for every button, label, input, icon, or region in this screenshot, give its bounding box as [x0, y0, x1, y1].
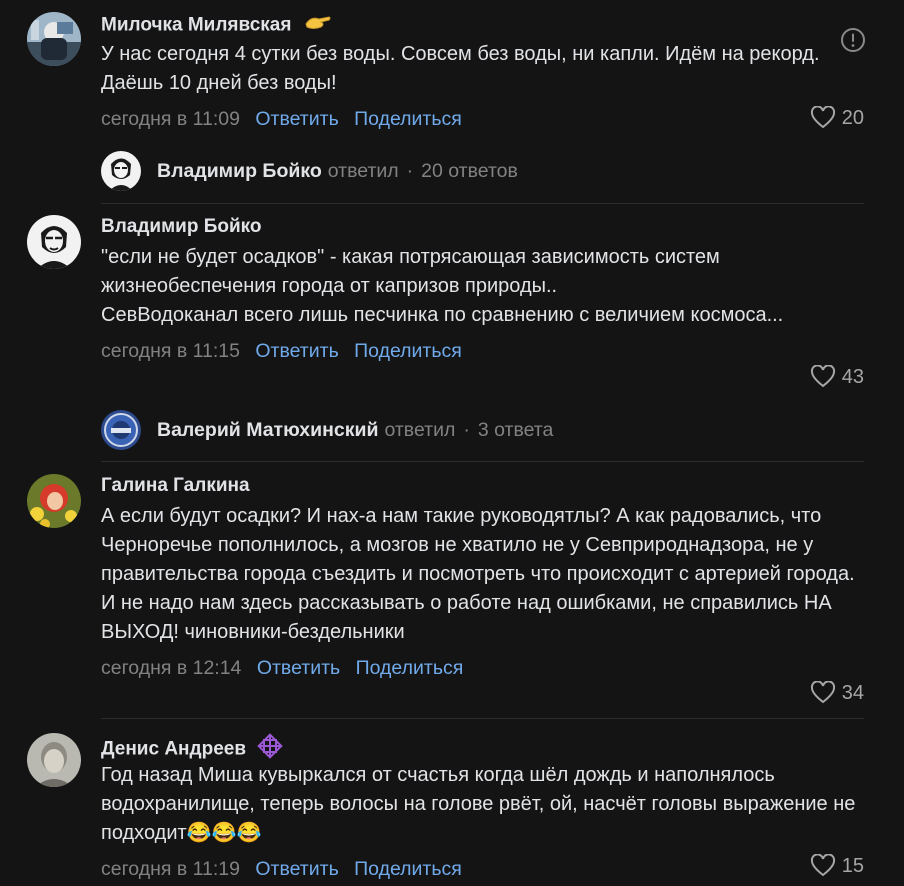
comment-item: Владимир Бойко "если не будет осадков" -… — [0, 215, 904, 395]
comment-meta: сегодня в 12:14 Ответить Поделиться — [101, 655, 874, 681]
comment-text: У нас сегодня 4 сутки без воды. Совсем б… — [101, 43, 820, 94]
comment-item: Денис Андреев Год назад Миша кувыркался … — [0, 733, 904, 883]
comment-time[interactable]: сегодня в 12:14 — [101, 657, 241, 679]
comment-time[interactable]: сегодня в 11:15 — [101, 340, 240, 362]
author-name[interactable]: Владимир Бойко — [101, 216, 262, 237]
heart-icon — [810, 365, 835, 388]
divider — [101, 203, 864, 204]
like-button[interactable]: 43 — [810, 365, 864, 389]
replies-thread[interactable]: Владимир Бойко ответил · 20 ответов — [101, 150, 864, 192]
heart-icon — [810, 681, 835, 704]
comment-meta: сегодня в 11:19 Ответить Поделиться — [101, 856, 874, 882]
divider — [101, 718, 864, 719]
avatar — [101, 410, 141, 450]
comment-author[interactable]: Милочка Милявская — [101, 12, 874, 36]
author-name[interactable]: Милочка Милявская — [101, 15, 291, 36]
divider — [101, 461, 864, 462]
thread-reply-count[interactable]: 20 ответов — [421, 160, 518, 183]
share-button[interactable]: Поделиться — [356, 657, 464, 679]
avatar[interactable] — [27, 215, 81, 269]
comment-author[interactable]: Владимир Бойко — [101, 215, 874, 239]
reply-button[interactable]: Ответить — [255, 858, 338, 880]
author-name[interactable]: Галина Галкина — [101, 475, 250, 496]
pinching-hand-emoji-icon — [303, 12, 333, 39]
like-button[interactable]: 34 — [810, 681, 864, 705]
comment-text: Год назад Миша кувыркался от счастья ког… — [101, 764, 856, 844]
thread-author[interactable]: Владимир Бойко — [157, 160, 322, 183]
avatar[interactable] — [27, 474, 81, 528]
like-count: 43 — [841, 365, 864, 388]
comment-item: Милочка Милявская У нас сегодня 4 сутки … — [0, 12, 904, 142]
comment-item: Галина Галкина А если будут осадки? И на… — [0, 474, 904, 714]
share-button[interactable]: Поделиться — [354, 340, 462, 362]
comment-author[interactable]: Денис Андреев — [101, 733, 874, 760]
avatar[interactable] — [27, 733, 81, 787]
comments-feed: Милочка Милявская У нас сегодня 4 сутки … — [0, 0, 904, 886]
like-count: 15 — [841, 854, 864, 877]
avatar — [101, 151, 141, 191]
report-icon[interactable] — [840, 27, 866, 53]
heart-icon — [810, 854, 835, 877]
comment-time[interactable]: сегодня в 11:19 — [101, 858, 240, 880]
comment-meta: сегодня в 11:15 Ответить Поделиться — [101, 338, 874, 364]
thread-reply-count[interactable]: 3 ответа — [478, 419, 554, 442]
thread-author[interactable]: Валерий Матюхинский — [157, 419, 378, 442]
like-button[interactable]: 15 — [810, 854, 864, 878]
separator-dot: · — [463, 418, 470, 441]
reply-button[interactable]: Ответить — [255, 108, 338, 130]
comment-time[interactable]: сегодня в 11:09 — [101, 108, 240, 130]
author-name[interactable]: Денис Андреев — [101, 739, 246, 760]
replies-thread[interactable]: Валерий Матюхинский ответил · 3 ответа — [101, 409, 864, 451]
reply-button[interactable]: Ответить — [255, 340, 338, 362]
like-count: 34 — [841, 681, 864, 704]
comment-author[interactable]: Галина Галкина — [101, 474, 874, 498]
heart-icon — [810, 106, 835, 129]
comment-meta: сегодня в 11:09 Ответить Поделиться — [101, 106, 874, 132]
thread-action: ответил — [327, 159, 399, 182]
share-button[interactable]: Поделиться — [354, 858, 462, 880]
avatar[interactable] — [27, 12, 81, 66]
reply-button[interactable]: Ответить — [257, 657, 340, 679]
share-button[interactable]: Поделиться — [354, 108, 462, 130]
like-button[interactable]: 20 — [810, 106, 864, 130]
thread-action: ответил — [384, 418, 456, 441]
comment-text: "если не будет осадков" - какая потрясаю… — [101, 246, 784, 326]
comment-text: А если будут осадки? И нах-а нам такие р… — [101, 505, 855, 643]
like-count: 20 — [841, 106, 864, 129]
separator-dot: · — [406, 159, 414, 182]
